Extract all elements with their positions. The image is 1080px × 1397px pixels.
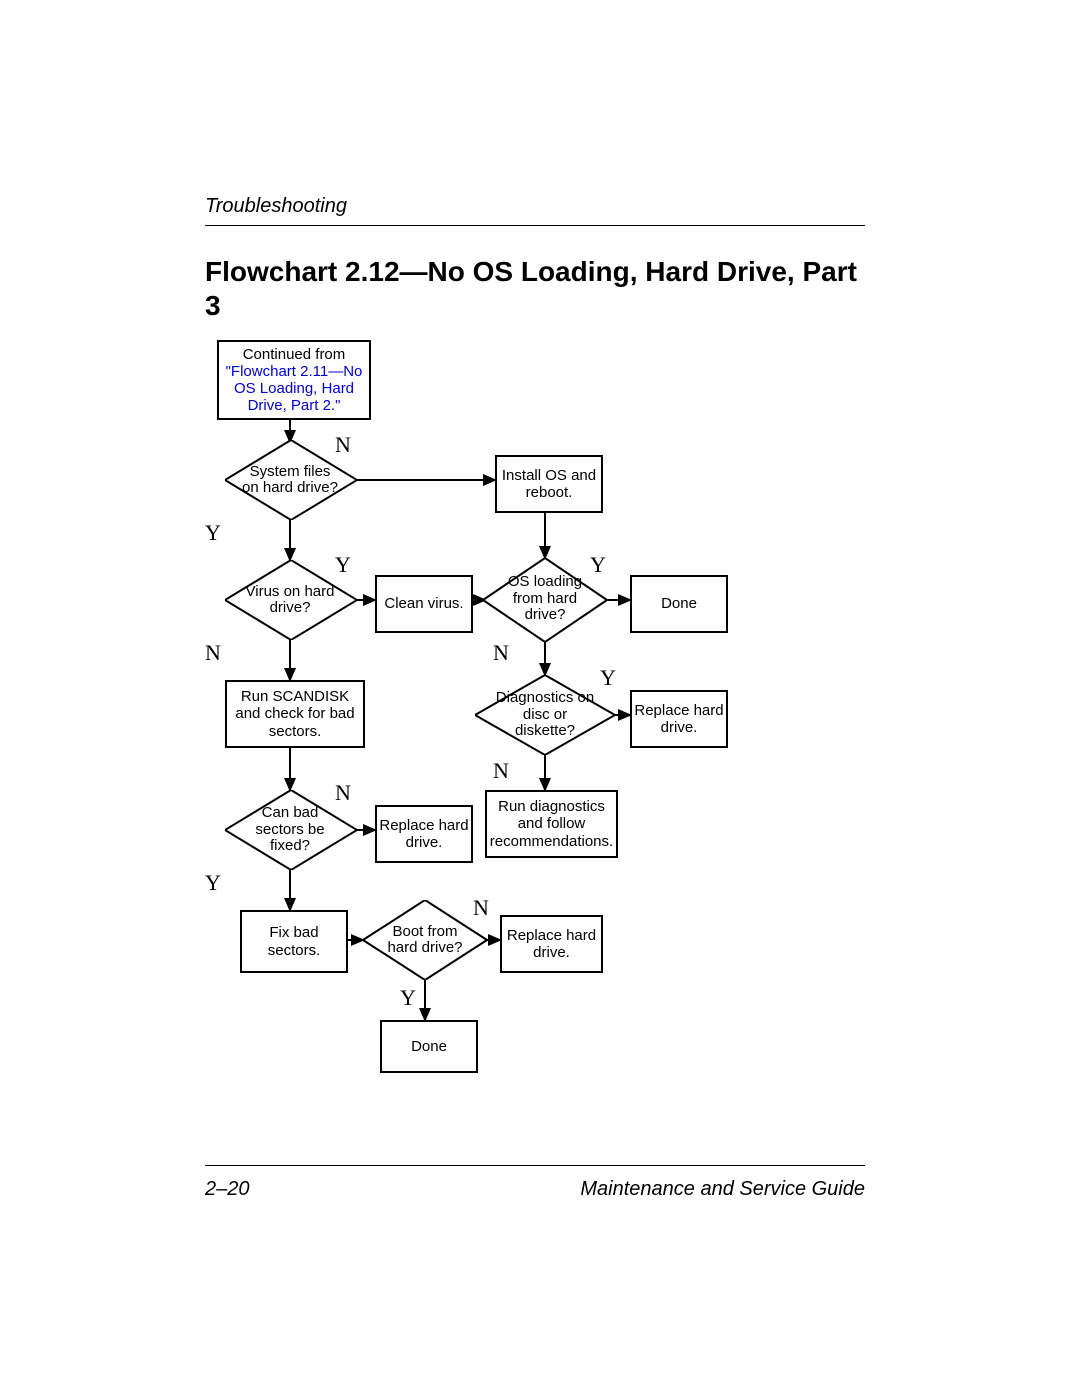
yn-d5-n: N bbox=[335, 780, 351, 806]
node-rundiag: Run diagnostics and follow recommendatio… bbox=[485, 790, 618, 858]
yn-d4-n: N bbox=[493, 758, 509, 784]
d2-label: Virus on hard drive? bbox=[240, 576, 340, 624]
start-pre: Continued from bbox=[243, 346, 346, 363]
header-section: Troubleshooting bbox=[205, 195, 347, 218]
node-clean: Clean virus. bbox=[375, 575, 473, 633]
node-replace3: Replace hard drive. bbox=[500, 915, 603, 973]
yn-d3-y: Y bbox=[590, 552, 606, 578]
yn-d6-n: N bbox=[473, 895, 489, 921]
node-replace2: Replace hard drive. bbox=[375, 805, 473, 863]
yn-d4-y: Y bbox=[600, 665, 616, 691]
yn-d5-y: Y bbox=[205, 870, 221, 896]
d4-label: Diagnostics on disc or diskette? bbox=[493, 698, 597, 732]
d3-label: OS loading from hard drive? bbox=[498, 574, 592, 624]
node-done2: Done bbox=[380, 1020, 478, 1073]
footer-rule bbox=[205, 1165, 865, 1166]
d5-label: Can bad sectors be fixed? bbox=[240, 805, 340, 855]
yn-d3-n: N bbox=[493, 640, 509, 666]
node-done1: Done bbox=[630, 575, 728, 633]
page-number: 2–20 bbox=[205, 1178, 250, 1201]
yn-d1-n: N bbox=[335, 432, 351, 458]
page-title: Flowchart 2.12—No OS Loading, Hard Drive… bbox=[205, 255, 865, 322]
node-start: Continued from "Flowchart 2.11—No OS Loa… bbox=[217, 340, 371, 420]
header-rule bbox=[205, 225, 865, 226]
start-link[interactable]: "Flowchart 2.11—No OS Loading, Hard Driv… bbox=[221, 363, 367, 415]
node-fixbad: Fix bad sectors. bbox=[240, 910, 348, 973]
guide-name: Maintenance and Service Guide bbox=[580, 1178, 865, 1201]
d1-label: System files on hard drive? bbox=[240, 456, 340, 504]
node-install: Install OS and reboot. bbox=[495, 455, 603, 513]
flowchart: Continued from "Flowchart 2.11—No OS Loa… bbox=[205, 340, 865, 1160]
yn-d6-y: Y bbox=[400, 985, 416, 1011]
yn-d2-n: N bbox=[205, 640, 221, 666]
yn-d2-y: Y bbox=[335, 552, 351, 578]
d6-label: Boot from hard drive? bbox=[378, 922, 472, 958]
node-replace1: Replace hard drive. bbox=[630, 690, 728, 748]
node-scandisk: Run SCANDISK and check for bad sectors. bbox=[225, 680, 365, 748]
yn-d1-y: Y bbox=[205, 520, 221, 546]
